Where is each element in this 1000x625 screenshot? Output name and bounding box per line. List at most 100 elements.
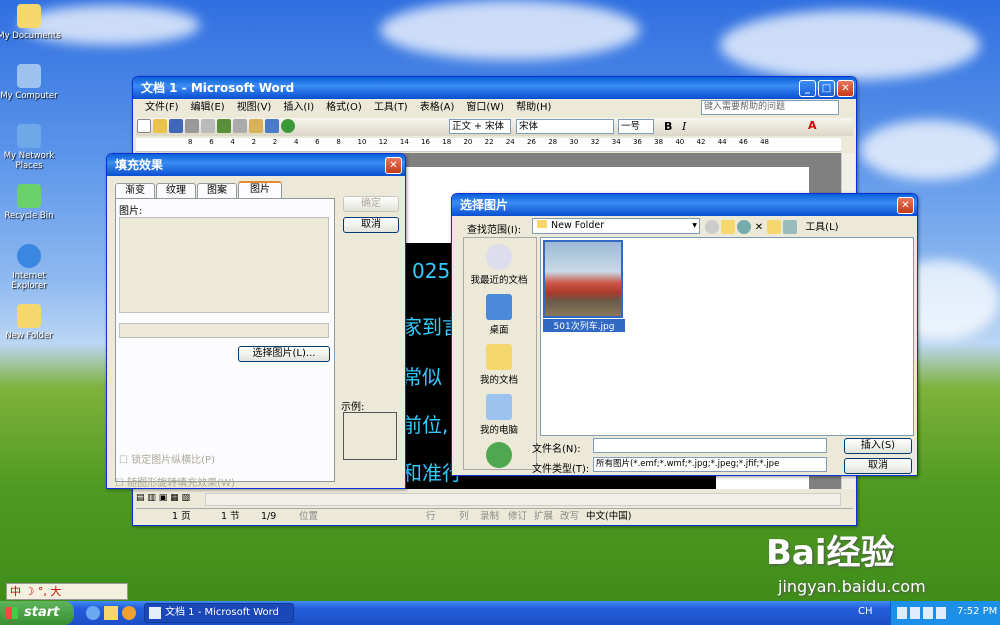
close-button[interactable]: ✕ <box>385 157 402 174</box>
place-my-documents[interactable]: 我的文档 <box>468 344 530 386</box>
ruler-tick: 34 <box>611 138 621 146</box>
tools-menu[interactable]: 工具(L) <box>805 222 838 233</box>
desktop-icon-network-places[interactable]: My Network Places <box>0 124 64 171</box>
picture-name-field <box>119 323 329 338</box>
fill-dialog-titlebar[interactable]: 填充效果 ✕ <box>107 154 405 176</box>
sample-preview <box>343 412 397 460</box>
print-icon[interactable] <box>185 119 199 133</box>
windows-logo-icon <box>6 607 18 619</box>
filetype-select[interactable]: 所有图片(*.emf;*.wmf;*.jpg;*.jpeg;*.jfif;*.j… <box>593 457 827 472</box>
menu-table[interactable]: 表格(A) <box>414 99 461 117</box>
quicklaunch-ie-icon[interactable] <box>86 606 100 620</box>
new-icon[interactable] <box>137 119 151 133</box>
computer-icon <box>486 394 512 420</box>
start-button[interactable]: start <box>0 601 74 625</box>
paste-icon[interactable] <box>249 119 263 133</box>
menu-help[interactable]: 帮助(H) <box>510 99 557 117</box>
place-network[interactable] <box>468 442 530 470</box>
desktop-icon-internet-explorer[interactable]: Internet Explorer <box>0 244 64 291</box>
style-select[interactable]: 正文 + 宋体 <box>449 119 511 134</box>
filename-input[interactable] <box>593 438 827 453</box>
place-desktop[interactable]: 桌面 <box>468 294 530 336</box>
select-dialog-titlebar[interactable]: 选择图片 ✕ <box>452 194 917 216</box>
cancel-button[interactable]: 取消 <box>844 458 912 474</box>
cut-icon[interactable] <box>233 119 247 133</box>
tab-pattern[interactable]: 图案 <box>197 183 237 198</box>
places-bar: 我最近的文档 桌面 我的文档 我的电脑 <box>463 237 537 470</box>
baidu-watermark: Bai经验 jingyan.baidu.com <box>766 525 996 600</box>
chevron-down-icon: ▾ <box>692 220 697 231</box>
views-icon[interactable] <box>783 220 797 234</box>
size-select[interactable]: 一号 <box>618 119 654 134</box>
toolbar: 正文 + 宋体 宋体 一号 B I A <box>136 118 853 136</box>
word-titlebar[interactable]: 文档 1 - Microsoft Word _ □ ✕ <box>133 77 856 99</box>
menu-format[interactable]: 格式(O) <box>320 99 368 117</box>
desktop-icon-my-computer[interactable]: My Computer <box>0 64 64 101</box>
close-button[interactable]: ✕ <box>837 80 854 97</box>
menu-view[interactable]: 视图(V) <box>231 99 278 117</box>
italic-button[interactable]: I <box>682 120 686 133</box>
desktop-icon-my-documents[interactable]: My Documents <box>0 4 64 41</box>
tab-texture[interactable]: 纹理 <box>156 183 196 198</box>
folder-icon <box>17 304 41 328</box>
clock[interactable]: 7:52 PM <box>957 606 997 617</box>
help-search-input[interactable]: 键入需要帮助的问题 <box>701 100 839 115</box>
cancel-button[interactable]: 取消 <box>343 217 399 233</box>
desktop-icon <box>486 294 512 320</box>
bold-button[interactable]: B <box>664 120 672 133</box>
maximize-button[interactable]: □ <box>818 80 835 97</box>
file-name: 501次列车.jpg <box>543 319 625 332</box>
tray-icons[interactable] <box>897 607 949 619</box>
minimize-button[interactable]: _ <box>799 80 816 97</box>
tab-panel: 图片: 选择图片(L)... ☐ 锁定图片纵横比(P) <box>115 198 335 482</box>
language-indicator[interactable]: CH <box>858 606 873 617</box>
insert-button[interactable]: 插入(S) <box>844 438 912 454</box>
menu-tools[interactable]: 工具(T) <box>368 99 414 117</box>
select-picture-button[interactable]: 选择图片(L)... <box>238 346 330 362</box>
hyperlink-icon[interactable] <box>281 119 295 133</box>
preview-icon[interactable] <box>201 119 215 133</box>
ruler-tick: 30 <box>569 138 579 146</box>
menu-insert[interactable]: 插入(I) <box>277 99 320 117</box>
place-my-computer[interactable]: 我的电脑 <box>468 394 530 436</box>
quicklaunch-folder-icon[interactable] <box>104 606 118 620</box>
ruler-tick: 26 <box>527 138 536 146</box>
save-icon[interactable] <box>169 119 183 133</box>
file-item[interactable]: 501次列车.jpg <box>543 240 625 334</box>
lookin-select[interactable]: New Folder ▾ <box>532 218 700 234</box>
delete-icon[interactable]: ✕ <box>752 222 766 233</box>
spell-icon[interactable] <box>217 119 231 133</box>
desktop-icon-new-folder[interactable]: New Folder <box>0 304 64 341</box>
taskbar-word-button[interactable]: 文档 1 - Microsoft Word <box>144 603 294 623</box>
menu-window[interactable]: 窗口(W) <box>460 99 510 117</box>
folder-icon <box>486 344 512 370</box>
menu-edit[interactable]: 编辑(E) <box>185 99 231 117</box>
new-folder-icon[interactable] <box>767 220 781 234</box>
back-icon[interactable] <box>705 220 719 234</box>
place-recent[interactable]: 我最近的文档 <box>468 244 530 286</box>
doc-line: 025 <box>412 259 451 283</box>
rotate-fill-checkbox[interactable]: ☐ 随图形旋转填充效果(W) <box>115 474 235 489</box>
tab-gradient[interactable]: 渐变 <box>115 183 155 198</box>
close-button[interactable]: ✕ <box>897 197 914 214</box>
ruler: 8 6 4 2 2 4 6 8 10 12 14 16 18 20 22 24 26 28 30 32 34 36 38 40… <box>136 138 841 152</box>
view-buttons[interactable]: ▤ ▥ ▣ ▦ ▧ <box>136 493 202 506</box>
ok-button[interactable]: 确定 <box>343 196 399 212</box>
ime-bar[interactable]: 中 ☽ °, 大 <box>6 583 128 600</box>
menu-file[interactable]: 文件(F) <box>139 99 185 117</box>
quicklaunch-browser-icon[interactable] <box>122 606 136 620</box>
up-folder-icon[interactable] <box>721 220 735 234</box>
search-icon[interactable] <box>737 220 751 234</box>
ruler-tick: 6 <box>209 138 214 146</box>
tab-picture[interactable]: 图片 <box>238 181 282 198</box>
recent-icon <box>486 244 512 270</box>
undo-icon[interactable] <box>265 119 279 133</box>
font-select[interactable]: 宋体 <box>516 119 614 134</box>
open-icon[interactable] <box>153 119 167 133</box>
ruler-tick: 36 <box>632 138 642 146</box>
filetype-label: 文件类型(T): <box>532 464 590 475</box>
lock-ratio-checkbox[interactable]: ☐ 锁定图片纵横比(P) <box>119 451 215 466</box>
horizontal-scrollbar[interactable] <box>205 493 841 506</box>
font-color-icon[interactable]: A <box>808 119 817 132</box>
desktop-icon-recycle-bin[interactable]: Recycle Bin <box>0 184 64 221</box>
